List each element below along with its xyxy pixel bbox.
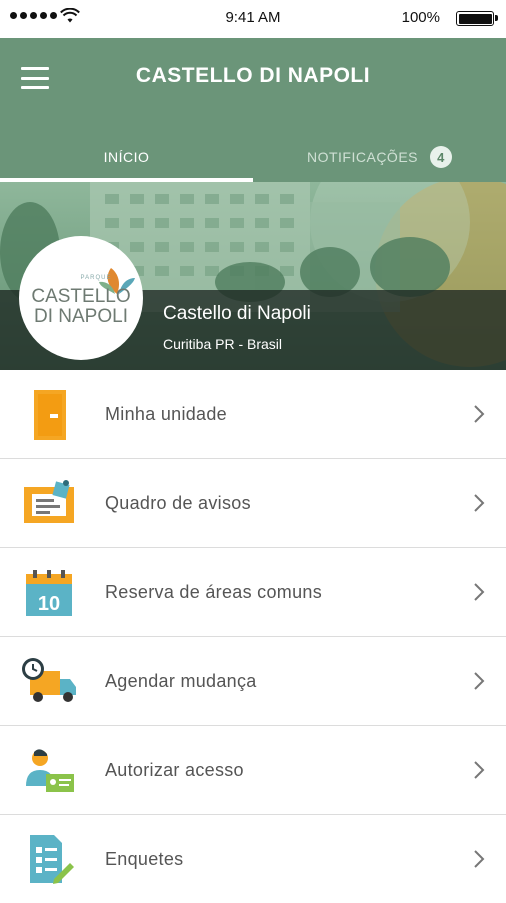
chevron-right-icon [474,672,485,690]
chevron-right-icon [474,583,485,601]
battery-icon [456,11,498,26]
condo-name: Castello di Napoli [163,303,311,324]
menu-item-label: Reserva de áreas comuns [105,581,323,602]
tab-inicio-label: INÍCIO [103,149,150,165]
condo-logo: PARQUE CASTELLO DI NAPOLI [19,236,143,360]
condo-banner: PARQUE CASTELLO DI NAPOLI Castello di Na… [0,182,506,370]
tab-notificacoes-label: NOTIFICAÇÕES [306,149,418,165]
chevron-right-icon [474,494,485,512]
main-menu: Minha unidade Quadro de avisos 10 Reserv… [0,370,506,903]
menu-item-reserva-areas[interactable]: 10 Reserva de áreas comuns [0,548,506,637]
menu-item-label: Autorizar acesso [105,759,244,780]
app-header: CASTELLO DI NAPOLI INÍCIO NOTIFICAÇÕES 4 [0,38,506,182]
chevron-right-icon [474,761,485,779]
menu-item-label: Minha unidade [105,403,227,424]
tab-bar: INÍCIO NOTIFICAÇÕES 4 [0,132,506,182]
logo-line2: DI NAPOLI [34,306,128,327]
menu-item-quadro-de-avisos[interactable]: Quadro de avisos [0,459,506,548]
menu-item-label: Enquetes [105,848,184,869]
status-bar: 9:41 AM 100% [0,0,506,38]
visitor-access-icon [26,749,74,792]
menu-item-autorizar-acesso[interactable]: Autorizar acesso [0,726,506,815]
survey-icon [30,835,74,884]
menu-item-enquetes[interactable]: Enquetes [0,815,506,903]
menu-item-agendar-mudanca[interactable]: Agendar mudança [0,637,506,726]
logo-line1: CASTELLO [31,286,131,307]
menu-item-label: Quadro de avisos [105,492,251,513]
calendar-icon: 10 [26,570,72,616]
chevron-right-icon [474,850,485,868]
door-icon [34,390,66,440]
tab-notificacoes[interactable]: NOTIFICAÇÕES 4 [253,132,506,182]
page-title: CASTELLO DI NAPOLI [135,64,371,87]
menu-item-label: Agendar mudança [105,670,257,691]
chevron-right-icon [474,405,485,423]
battery-percentage: 100% [401,9,440,26]
notification-count-badge: 4 [430,146,452,168]
moving-truck-icon [22,658,76,702]
menu-item-minha-unidade[interactable]: Minha unidade [0,370,506,459]
notice-board-icon [24,480,74,523]
logo-small-text: PARQUE [80,275,112,281]
calendar-day-text: 10 [38,593,60,615]
tab-inicio[interactable]: INÍCIO [0,132,253,182]
condo-location: Curitiba PR - Brasil [163,336,283,352]
